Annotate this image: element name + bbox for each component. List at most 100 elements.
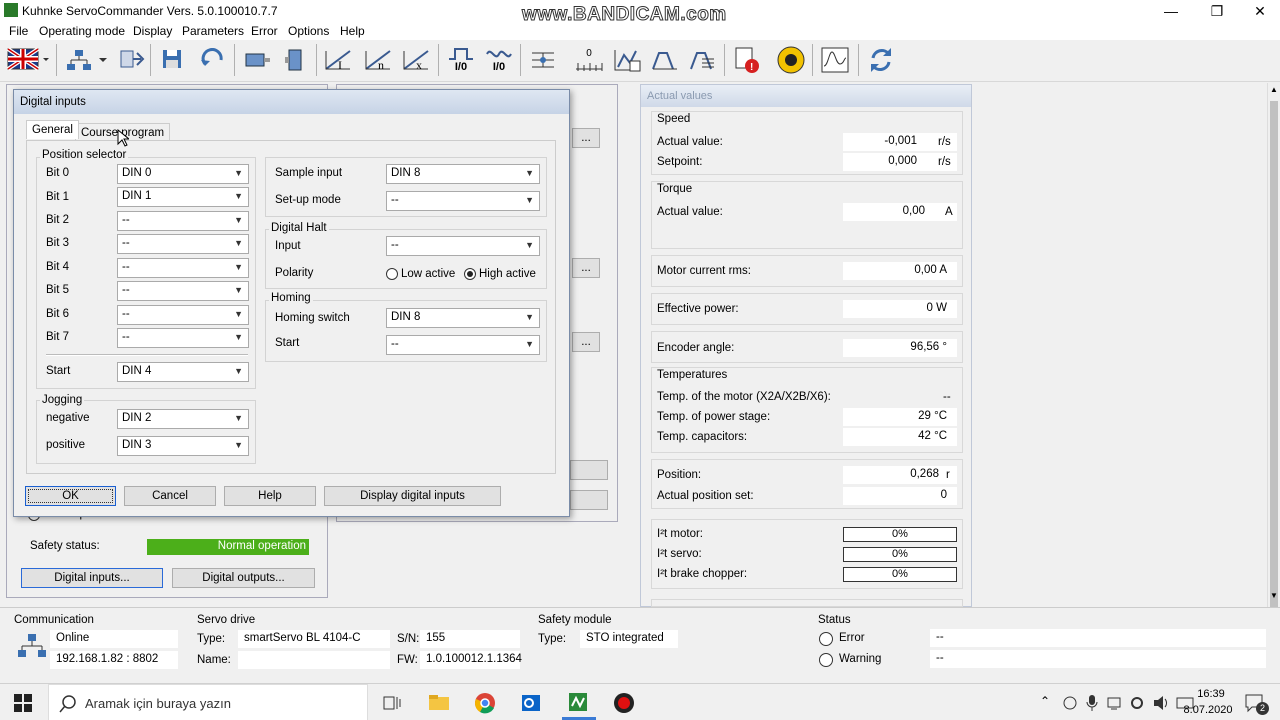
digital-inputs-button[interactable]: Digital inputs... [21, 568, 163, 588]
network-tray-icon[interactable] [1106, 695, 1122, 711]
torque-actual-label: Actual value: [657, 206, 723, 218]
jogging-title: Jogging [40, 394, 85, 406]
temp-capacitors-label: Temp. capacitors: [657, 431, 748, 443]
connect-icon[interactable] [114, 44, 148, 76]
jog-negative-select[interactable]: DIN 2 ▼ [117, 409, 249, 429]
chevron-down-icon: ▼ [525, 240, 534, 250]
bit4-select[interactable]: -- ▼ [117, 258, 249, 278]
cloud-icon[interactable] [1062, 695, 1078, 711]
panel-button-a[interactable] [570, 460, 608, 480]
bit1-select[interactable]: DIN 1 ▼ [117, 187, 249, 207]
safety-status-badge: Normal operation [147, 539, 309, 555]
error-list-icon[interactable]: ! [730, 44, 764, 76]
polarity-high-radio[interactable] [464, 268, 476, 280]
grid-chart-icon[interactable] [610, 44, 644, 76]
menu-options[interactable]: Options [288, 24, 329, 38]
position-profile-icon[interactable] [648, 44, 682, 76]
save-icon[interactable] [156, 44, 190, 76]
digital-outputs-button[interactable]: Digital outputs... [172, 568, 315, 588]
bit7-select[interactable]: -- ▼ [117, 328, 249, 348]
hierarchy-icon[interactable] [526, 44, 560, 76]
homing-start-select[interactable]: -- ▼ [386, 335, 540, 355]
torque-title: Torque [657, 183, 693, 195]
bit3-select[interactable]: -- ▼ [117, 234, 249, 254]
setup-mode-select[interactable]: -- ▼ [386, 191, 540, 211]
sample-input-select[interactable]: DIN 8 ▼ [386, 164, 540, 184]
close-button[interactable]: ✕ [1237, 0, 1280, 22]
servo-sn-value: 155 [420, 630, 520, 648]
bit6-label: Bit 6 [46, 308, 70, 320]
curve-x-icon[interactable]: x [400, 44, 434, 76]
drive-icon[interactable] [278, 44, 312, 76]
help-button[interactable]: Help [224, 486, 316, 506]
windows-start-icon[interactable] [14, 694, 32, 712]
more-button-1[interactable]: ... [572, 128, 600, 148]
chevron-up-icon[interactable]: ⌃ [1040, 694, 1050, 708]
halt-input-select[interactable]: -- ▼ [386, 236, 540, 256]
menu-error[interactable]: Error [251, 24, 278, 38]
jog-positive-select[interactable]: DIN 3 ▼ [117, 436, 249, 456]
window-title: Kuhnke ServoCommander Vers. 5.0.100010.7… [22, 4, 278, 18]
communication-address: 192.168.1.82 : 8802 [50, 651, 178, 669]
digital-inputs-dialog: Digital inputs General Course program Po… [13, 89, 570, 517]
microphone-icon[interactable] [1085, 694, 1099, 712]
oscilloscope-icon[interactable] [818, 44, 852, 76]
menu-operating-mode[interactable]: Operating mode [39, 24, 125, 38]
volume-icon[interactable] [1152, 695, 1170, 711]
menu-help[interactable]: Help [340, 24, 365, 38]
chevron-down-icon[interactable] [96, 44, 110, 76]
bit5-select[interactable]: -- ▼ [117, 281, 249, 301]
servo-name-label: Name: [197, 654, 231, 666]
maximize-button[interactable]: ❐ [1194, 0, 1240, 22]
curve-n-icon[interactable]: n [362, 44, 396, 76]
i2t-brake-label: I²t brake chopper: [657, 568, 748, 580]
clock-date[interactable]: 8.07.2020 [1176, 704, 1240, 716]
undo-icon[interactable] [196, 44, 230, 76]
scroll-down-icon[interactable]: ▼ [1270, 591, 1278, 600]
actual-values-panel: Actual values Speed Actual value: -0,001… [640, 84, 972, 607]
zero-scale-icon[interactable]: 0 [572, 44, 606, 76]
bit0-label: Bit 0 [46, 167, 70, 179]
vertical-scrollbar[interactable]: ▲ ▼ [1267, 83, 1280, 621]
chevron-down-icon: ▼ [234, 440, 243, 450]
start-select[interactable]: DIN 4 ▼ [117, 362, 249, 382]
motor-icon[interactable] [240, 44, 274, 76]
clock-time[interactable]: 16:39 [1190, 688, 1232, 700]
bit0-select[interactable]: DIN 0 ▼ [117, 164, 249, 184]
safety-icon[interactable] [774, 44, 808, 76]
error-value: -- [930, 629, 1266, 647]
more-button-2[interactable]: ... [572, 258, 600, 278]
bit2-select[interactable]: -- ▼ [117, 211, 249, 231]
language-flag-button[interactable] [6, 44, 52, 76]
homing-switch-select[interactable]: DIN 8 ▼ [386, 308, 540, 328]
taskbar-search-box[interactable]: Aramak için buraya yazın [48, 684, 368, 720]
homing-switch-label: Homing switch [275, 312, 350, 324]
refresh-icon[interactable] [864, 44, 898, 76]
servocommander-taskbar-icon[interactable] [566, 690, 590, 714]
network-icon[interactable] [62, 44, 96, 76]
position-selector-title: Position selector [40, 149, 129, 161]
file-explorer-icon[interactable] [428, 693, 450, 711]
panel-button-b[interactable] [570, 490, 608, 510]
curve-i-icon[interactable]: I [322, 44, 356, 76]
cancel-button[interactable]: Cancel [124, 486, 216, 506]
minimize-button[interactable]: — [1148, 0, 1194, 22]
menu-parameters[interactable]: Parameters [182, 24, 244, 38]
digital-io-icon[interactable]: I/0 [444, 44, 478, 76]
outlook-icon[interactable] [520, 692, 542, 714]
task-view-icon[interactable] [383, 694, 401, 712]
scroll-up-icon[interactable]: ▲ [1270, 85, 1278, 94]
bit6-select[interactable]: -- ▼ [117, 305, 249, 325]
bandicam-record-icon[interactable] [612, 691, 636, 715]
analog-io-icon[interactable]: I/0 [482, 44, 516, 76]
display-digital-inputs-button[interactable]: Display digital inputs [324, 486, 501, 506]
chrome-icon[interactable] [474, 692, 496, 714]
profile-list-icon[interactable] [686, 44, 720, 76]
more-button-3[interactable]: ... [572, 332, 600, 352]
settings-tray-icon[interactable] [1128, 695, 1146, 711]
menu-file[interactable]: File [9, 24, 28, 38]
ok-button[interactable]: OK [25, 486, 116, 506]
tab-general[interactable]: General [26, 120, 79, 139]
polarity-low-radio[interactable] [386, 268, 398, 280]
menu-display[interactable]: Display [133, 24, 172, 38]
